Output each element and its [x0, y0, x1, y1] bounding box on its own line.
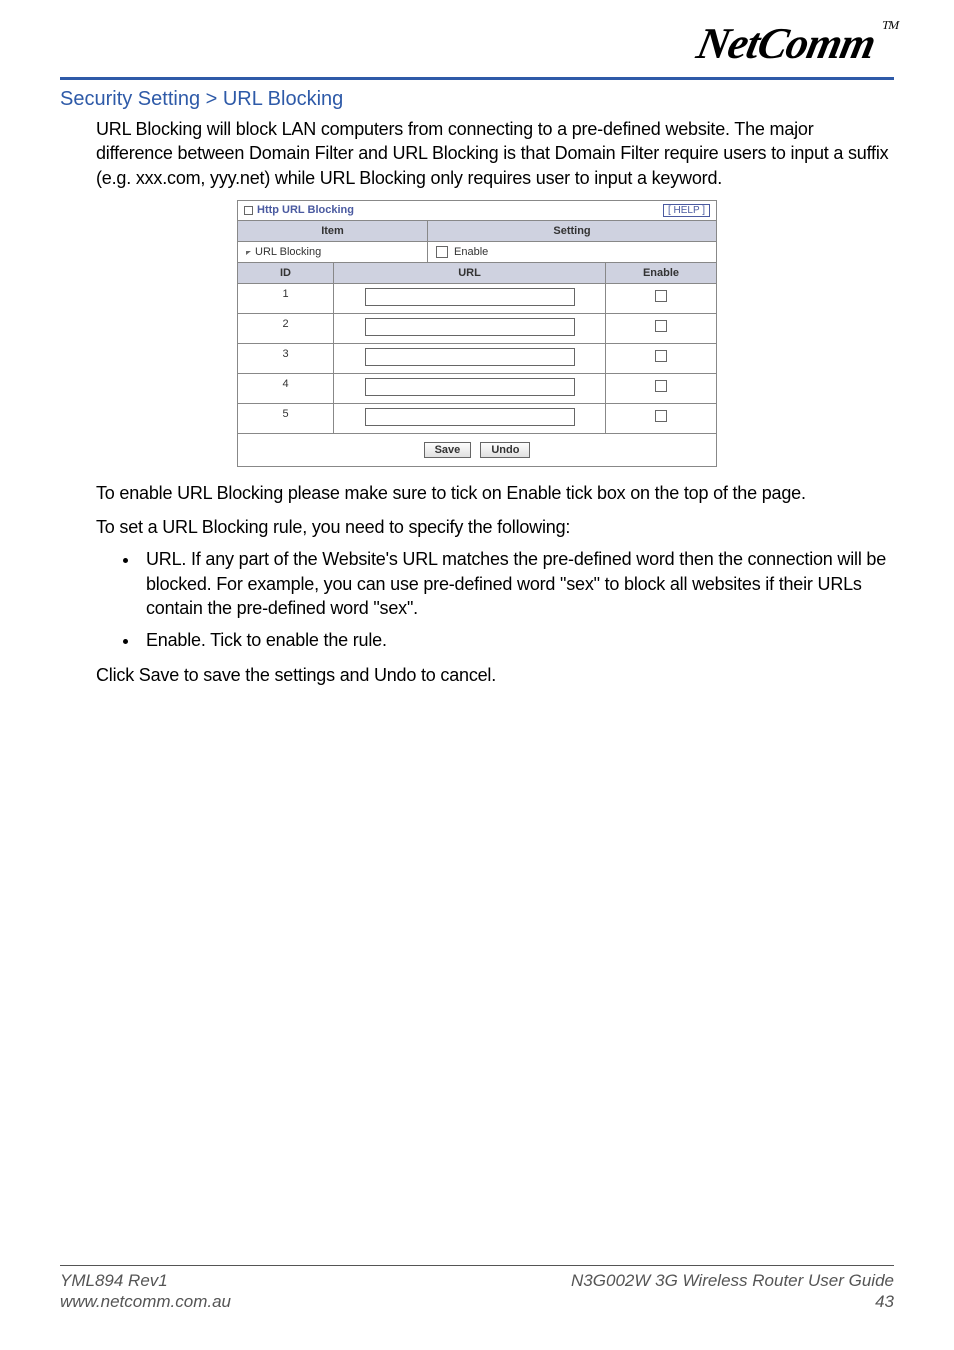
- url-input[interactable]: [365, 378, 575, 396]
- row-enable-checkbox[interactable]: [655, 410, 667, 422]
- row-enable-checkbox[interactable]: [655, 290, 667, 302]
- row-id: 1: [238, 284, 334, 313]
- panel-titlebar: Http URL Blocking [ HELP ]: [238, 201, 716, 221]
- url-blocking-setting: Enable: [428, 242, 716, 262]
- table-row: 4: [238, 374, 716, 404]
- bullet-enable: Enable. Tick to enable the rule.: [140, 628, 894, 652]
- url-blocking-panel: Http URL Blocking [ HELP ] Item Setting …: [237, 200, 717, 467]
- panel-title: Http URL Blocking: [257, 204, 354, 216]
- page-header: NetCommTM: [60, 0, 894, 80]
- header-id: ID: [238, 263, 334, 283]
- enable-master-checkbox[interactable]: [436, 246, 448, 258]
- row-url-cell: [334, 344, 606, 373]
- row-url-cell: [334, 314, 606, 343]
- table-header-row: ID URL Enable: [238, 263, 716, 284]
- footer-url: www.netcomm.com.au: [60, 1291, 231, 1312]
- bullet-url: URL. If any part of the Website's URL ma…: [140, 547, 894, 620]
- intro-paragraph: URL Blocking will block LAN computers fr…: [96, 117, 894, 190]
- table-row: 2: [238, 314, 716, 344]
- table-row: 1: [238, 284, 716, 314]
- url-blocking-row: URL Blocking Enable: [238, 242, 716, 263]
- url-input[interactable]: [365, 348, 575, 366]
- save-button[interactable]: Save: [424, 442, 472, 458]
- header-item: Item: [238, 221, 428, 241]
- row-enable-cell: [606, 344, 716, 373]
- url-blocking-label: URL Blocking: [255, 246, 321, 258]
- item-setting-header: Item Setting: [238, 221, 716, 242]
- row-enable-checkbox[interactable]: [655, 350, 667, 362]
- enable-note: To enable URL Blocking please make sure …: [96, 481, 894, 505]
- logo-tm: TM: [880, 18, 899, 33]
- row-enable-cell: [606, 404, 716, 433]
- row-url-cell: [334, 404, 606, 433]
- url-input[interactable]: [365, 318, 575, 336]
- row-id: 4: [238, 374, 334, 403]
- header-setting: Setting: [428, 221, 716, 241]
- help-button[interactable]: [ HELP ]: [663, 204, 710, 217]
- panel-icon: [244, 206, 253, 215]
- row-url-cell: [334, 374, 606, 403]
- row-id: 2: [238, 314, 334, 343]
- url-blocking-item: URL Blocking: [238, 242, 428, 262]
- content-area: Security Setting > URL Blocking URL Bloc…: [0, 88, 954, 687]
- undo-button[interactable]: Undo: [480, 442, 530, 458]
- footer-doc-rev: YML894 Rev1: [60, 1270, 231, 1291]
- header-enable: Enable: [606, 263, 716, 283]
- footer-right: N3G002W 3G Wireless Router User Guide 43: [571, 1270, 894, 1313]
- footer-doc-title: N3G002W 3G Wireless Router User Guide: [571, 1270, 894, 1291]
- panel-footer: Save Undo: [238, 434, 716, 466]
- row-enable-cell: [606, 314, 716, 343]
- netcomm-logo: NetCommTM: [692, 18, 899, 69]
- breadcrumb: Security Setting > URL Blocking: [60, 88, 894, 111]
- table-row: 3: [238, 344, 716, 374]
- header-url: URL: [334, 263, 606, 283]
- footer-left: YML894 Rev1 www.netcomm.com.au: [60, 1270, 231, 1313]
- row-enable-cell: [606, 284, 716, 313]
- rule-bullet-list: URL. If any part of the Website's URL ma…: [118, 547, 894, 652]
- row-enable-checkbox[interactable]: [655, 380, 667, 392]
- url-input[interactable]: [365, 288, 575, 306]
- triangle-icon: [246, 251, 251, 255]
- footer-page-number: 43: [571, 1291, 894, 1312]
- save-note: Click Save to save the settings and Undo…: [96, 663, 894, 687]
- row-enable-checkbox[interactable]: [655, 320, 667, 332]
- enable-master-label: Enable: [454, 246, 488, 258]
- row-enable-cell: [606, 374, 716, 403]
- logo-text: NetComm: [692, 19, 879, 68]
- set-rule-intro: To set a URL Blocking rule, you need to …: [96, 515, 894, 539]
- row-id: 5: [238, 404, 334, 433]
- url-input[interactable]: [365, 408, 575, 426]
- page-footer: YML894 Rev1 www.netcomm.com.au N3G002W 3…: [60, 1265, 894, 1313]
- table-row: 5: [238, 404, 716, 434]
- row-id: 3: [238, 344, 334, 373]
- row-url-cell: [334, 284, 606, 313]
- panel-title-left: Http URL Blocking: [244, 204, 354, 216]
